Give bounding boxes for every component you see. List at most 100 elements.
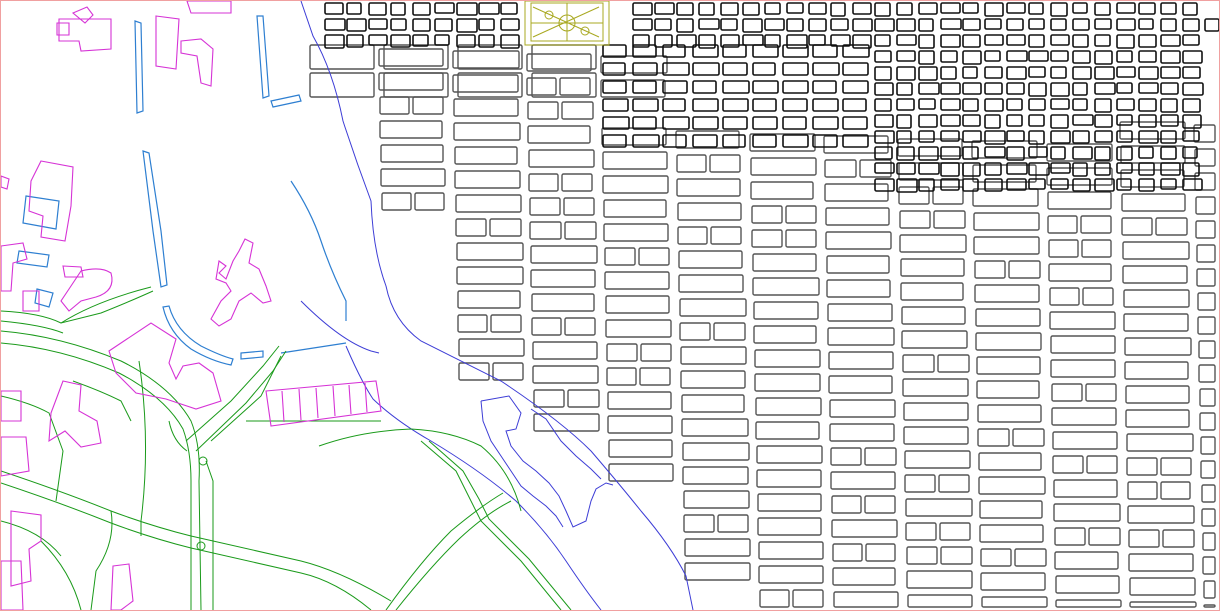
city-block [1160,2,1177,15]
city-block [698,34,716,49]
city-block [1053,503,1121,522]
city-block [782,116,807,130]
city-block [1182,178,1203,191]
city-block [1047,191,1112,210]
city-block [1199,388,1216,407]
city-block [962,82,982,95]
city-block [662,116,690,130]
city-block [962,66,978,79]
city-block [905,522,937,541]
city-block [937,354,970,373]
city-block [896,146,915,161]
city-block [678,274,744,293]
city-block [940,114,961,127]
map-svg[interactable] [1,1,1219,610]
city-block [604,247,636,266]
city-block [379,120,443,139]
city-block [842,80,869,94]
city-block [602,175,669,194]
map-canvas[interactable] [0,0,1220,611]
city-block [455,218,487,237]
city-block [831,519,898,538]
city-block [717,514,749,533]
city-block [682,466,749,485]
city-block [852,18,873,32]
city-block [940,82,961,95]
city-block [603,199,667,218]
city-block [1094,130,1113,143]
city-block [940,50,958,63]
city-block [940,98,961,111]
city-block [676,2,694,16]
city-block [1094,66,1115,80]
city-block [918,162,940,175]
city-block [785,229,817,248]
city-block [827,327,895,346]
city-block [1006,82,1025,95]
city-block [676,178,741,197]
city-block [1052,431,1118,450]
city-block [904,474,936,493]
city-block [829,399,896,418]
city-block [1182,50,1203,64]
city-block [984,34,1004,46]
city-block [1028,34,1045,48]
city-block [561,101,594,120]
city-block [1160,481,1191,500]
city-block [662,80,688,94]
city-block [379,96,410,115]
city-block [528,173,559,192]
city-block [606,343,638,362]
city-block [1138,82,1159,94]
city-block [750,157,817,176]
city-block [832,543,863,562]
city-block [530,269,596,288]
city-block [455,194,522,213]
city-block [1138,98,1157,112]
city-block [1125,409,1190,428]
city-block [751,229,783,248]
waterfront-lines [16,15,347,366]
city-block [750,181,814,200]
city-block [940,162,960,177]
city-block [1008,260,1041,279]
city-block [722,98,749,112]
city-block [752,116,778,130]
city-block [632,98,659,112]
city-block [1094,2,1111,16]
city-block [456,18,478,33]
city-block [679,298,747,317]
city-block [826,279,891,298]
city-block [1050,82,1070,97]
city-block [984,66,1003,79]
city-block [1125,385,1190,404]
city-block [1072,130,1090,144]
city-block [1116,50,1133,63]
city-block [1055,575,1120,594]
city-block [1138,50,1157,63]
city-block [1195,196,1216,215]
city-block [940,2,961,14]
city-block [533,389,565,408]
city-block [1138,130,1159,144]
city-block [1082,287,1114,306]
city-block [757,493,822,512]
city-block [918,18,934,32]
city-block [632,116,657,130]
city-block [1200,436,1216,455]
city-block [684,562,751,581]
city-block [906,570,973,589]
city-block [602,80,627,94]
city-block [324,34,345,49]
city-block [1124,361,1189,380]
city-block [786,34,808,49]
city-block [1054,551,1119,570]
city-block [1182,162,1200,177]
city-block [1050,34,1070,46]
city-block [1202,556,1216,575]
city-block [531,44,597,70]
city-block [1006,98,1023,111]
city-block [1204,18,1219,32]
city-block [901,330,968,349]
city-block [412,2,431,16]
